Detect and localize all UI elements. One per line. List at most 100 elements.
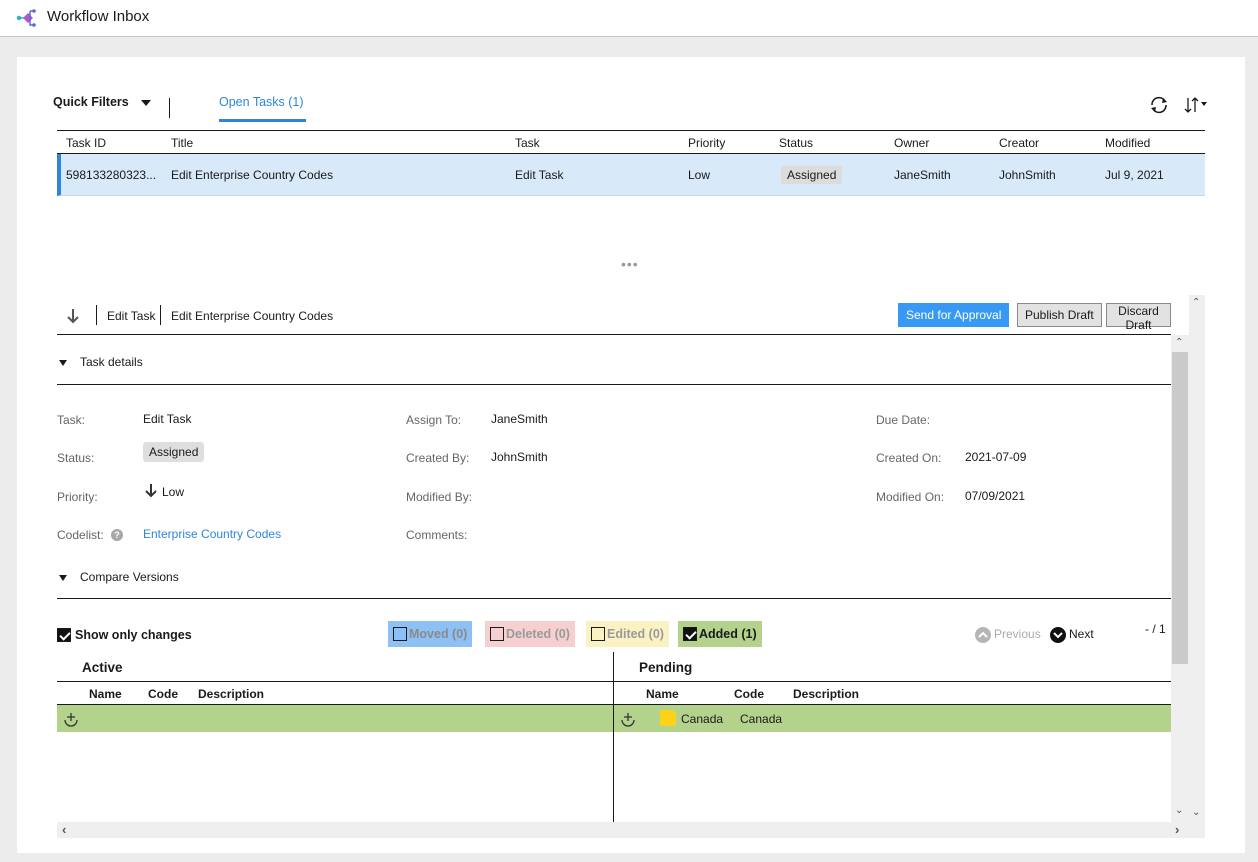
arrow-down-icon[interactable] — [65, 307, 81, 325]
refresh-icon[interactable] — [1148, 94, 1170, 116]
chevron-up-icon — [975, 627, 991, 643]
active-col-name: Name — [89, 687, 122, 701]
active-title: Active — [82, 660, 123, 675]
legend-moved-filter[interactable]: Moved (0) — [388, 621, 473, 647]
compare-versions-label: Compare Versions — [80, 570, 179, 584]
legend-edited-label: Edited (0) — [607, 626, 664, 641]
cell-owner: JaneSmith — [894, 168, 951, 182]
col-owner[interactable]: Owner — [894, 136, 929, 150]
created-by-label: Created By: — [406, 451, 470, 465]
created-on-label: Created On: — [876, 451, 942, 465]
status-label: Status: — [57, 451, 95, 465]
status-badge: Assigned — [143, 442, 205, 462]
divider — [169, 98, 170, 118]
legend-edited-filter[interactable]: Edited (0) — [586, 621, 669, 647]
tab-open-tasks[interactable]: Open Tasks (1) — [219, 95, 304, 109]
quick-filters-dropdown[interactable]: Quick Filters — [53, 95, 151, 109]
task-details-toggle[interactable]: Task details — [59, 355, 143, 369]
divider — [57, 384, 1171, 385]
help-icon[interactable]: ? — [111, 529, 123, 541]
divider — [96, 305, 97, 325]
scroll-left-icon[interactable]: ‹ — [62, 822, 66, 837]
pending-col-description: Description — [793, 687, 860, 701]
checkbox-checked-icon[interactable] — [57, 627, 71, 642]
pending-cell-code: Canada — [740, 712, 783, 726]
pending-col-code: Code — [734, 687, 764, 701]
send-for-approval-button[interactable]: Send for Approval — [898, 303, 1010, 327]
title-bar: Workflow Inbox — [0, 0, 1258, 37]
legend-added-filter[interactable]: Added (1) — [678, 621, 762, 647]
table-row[interactable]: 598133280323... Edit Enterprise Country … — [57, 154, 1205, 196]
legend-moved-label: Moved (0) — [409, 626, 468, 641]
col-modified[interactable]: Modified — [1105, 136, 1150, 150]
cell-task-id: 598133280323... — [66, 168, 157, 182]
created-by-value: JohnSmith — [491, 450, 548, 464]
checkbox-checked-icon[interactable] — [683, 626, 697, 641]
col-task-id[interactable]: Task ID — [66, 136, 106, 150]
triangle-down-icon — [59, 359, 67, 366]
anchor-added-icon — [621, 713, 635, 727]
next-label: Next — [1069, 627, 1094, 642]
checkbox-unchecked-icon[interactable] — [490, 626, 504, 641]
created-on-value: 2021-07-09 — [965, 450, 1027, 464]
active-col-code: Code — [148, 687, 178, 701]
outer-vertical-scrollbar[interactable]: ⌃ ⌄ — [1189, 295, 1205, 825]
pending-row[interactable]: Canada Canada — [614, 705, 1171, 732]
quick-filters-label: Quick Filters — [53, 95, 129, 109]
task-label: Task: — [57, 413, 86, 427]
cell-priority: Low — [688, 168, 711, 182]
horizontal-scrollbar[interactable]: ‹ › — [57, 822, 1205, 838]
task-table: Task ID Title Task Priority Status Owner… — [57, 130, 1205, 196]
col-status[interactable]: Status — [779, 136, 813, 150]
task-details-label: Task details — [80, 355, 143, 369]
task-value: Edit Task — [143, 412, 192, 426]
scroll-up-icon[interactable]: ⌃ — [1192, 297, 1200, 308]
main-card: Quick Filters Open Tasks (1) Task ID Tit… — [17, 57, 1245, 853]
detail-header: Edit Task Edit Enterprise Country Codes … — [57, 297, 1171, 335]
checkbox-unchecked-icon[interactable] — [393, 626, 407, 641]
scroll-right-icon[interactable]: › — [1175, 822, 1179, 837]
publish-draft-button[interactable]: Publish Draft — [1017, 303, 1102, 327]
compare-versions-toggle[interactable]: Compare Versions — [59, 570, 179, 584]
divider — [57, 681, 1171, 682]
sort-icon[interactable] — [1183, 94, 1213, 116]
active-row[interactable] — [57, 705, 613, 732]
divider — [57, 598, 1171, 599]
codelist-label: Codelist: — [57, 528, 104, 542]
modified-on-value: 07/09/2021 — [965, 489, 1026, 503]
col-creator[interactable]: Creator — [999, 136, 1039, 150]
cell-creator: JohnSmith — [999, 168, 1056, 182]
next-button[interactable]: Next — [1050, 627, 1094, 643]
active-col-description: Description — [198, 687, 265, 701]
scroll-down-icon[interactable]: ⌄ — [1175, 805, 1183, 816]
modified-by-label: Modified By: — [406, 490, 473, 504]
col-priority[interactable]: Priority — [688, 136, 725, 150]
scroll-down-icon[interactable]: ⌄ — [1192, 807, 1200, 818]
legend-deleted-filter[interactable]: Deleted (0) — [485, 621, 575, 647]
due-date-label: Due Date: — [876, 413, 931, 427]
legend-deleted-label: Deleted (0) — [506, 626, 570, 641]
scroll-up-icon[interactable]: ⌃ — [1175, 337, 1183, 348]
detail-task-type: Edit Task — [107, 309, 156, 323]
workflow-logo-icon — [16, 9, 36, 27]
col-task[interactable]: Task — [515, 136, 540, 150]
previous-label: Previous — [994, 627, 1041, 642]
status-badge: Assigned — [781, 166, 843, 184]
triangle-down-icon — [59, 574, 67, 581]
discard-draft-button[interactable]: Discard Draft — [1106, 303, 1171, 332]
app-title: Workflow Inbox — [47, 8, 150, 25]
divider — [160, 305, 161, 325]
codelist-link[interactable]: Enterprise Country Codes — [143, 527, 281, 541]
checkbox-unchecked-icon[interactable] — [591, 626, 605, 641]
priority-label: Priority: — [57, 490, 98, 504]
cell-modified: Jul 9, 2021 — [1105, 168, 1164, 182]
scrollbar-thumb[interactable] — [1172, 352, 1188, 664]
anchor-added-icon — [64, 713, 78, 727]
note-icon — [660, 710, 676, 726]
splitter-handle[interactable]: ••• — [621, 256, 639, 272]
previous-button[interactable]: Previous — [975, 627, 1041, 643]
pending-title: Pending — [639, 660, 693, 675]
show-only-changes-checkbox[interactable]: Show only changes — [57, 627, 192, 642]
col-title[interactable]: Title — [171, 136, 193, 150]
inner-vertical-scrollbar[interactable]: ⌃ ⌄ — [1171, 335, 1189, 822]
